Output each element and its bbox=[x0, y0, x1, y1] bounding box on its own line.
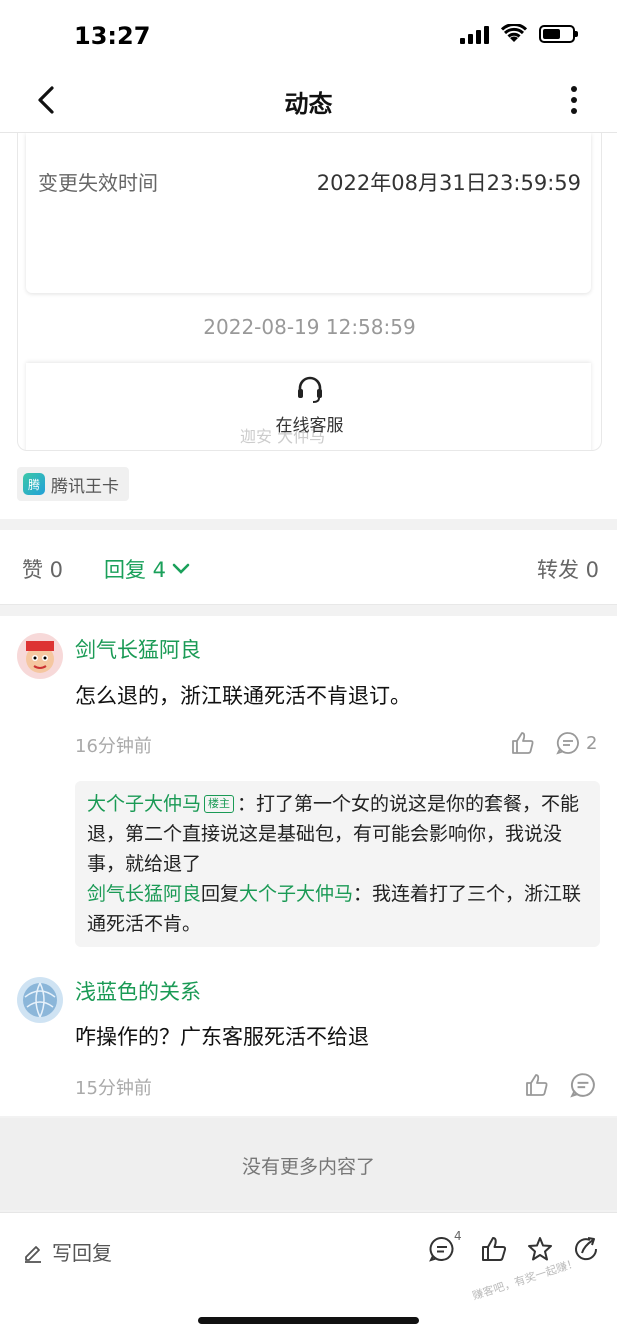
write-reply-button[interactable]: 写回复 bbox=[22, 1237, 112, 1266]
no-more-text: 没有更多内容了 bbox=[241, 1156, 375, 1178]
comment-author[interactable]: 浅蓝色的关系 bbox=[75, 976, 201, 1006]
info-card: 变更失效时间 2022年08月31日23:59:59 bbox=[26, 133, 591, 293]
comment-author[interactable]: 剑气长猛阿良 bbox=[75, 634, 201, 664]
post-content: 变更失效时间 2022年08月31日23:59:59 2022-08-19 12… bbox=[0, 133, 617, 519]
tencent-card-logo-icon: 腾 bbox=[23, 473, 45, 495]
nav-bar: 动态 bbox=[0, 70, 617, 133]
write-reply-label: 写回复 bbox=[52, 1241, 112, 1265]
home-indicator[interactable] bbox=[198, 1317, 419, 1324]
comment-time: 16分钟前 bbox=[75, 736, 152, 757]
subreply-list: 大个子大仲马 楼主 ：打了第一个女的说这是你的套餐，不能退，第二个直接说这是基础包，… bbox=[75, 781, 600, 947]
op-badge: 楼主 bbox=[204, 795, 235, 813]
topic-tag-label: 腾讯王卡 bbox=[51, 476, 119, 497]
end-of-list: 没有更多内容了 bbox=[0, 1118, 617, 1210]
signal-icon bbox=[460, 24, 489, 44]
comment-reply-button[interactable]: 2 bbox=[556, 730, 597, 756]
comment-text: 咋操作的？广东客服死活不给退 bbox=[75, 1025, 369, 1049]
comment-icon[interactable] bbox=[570, 1072, 596, 1098]
avatar[interactable] bbox=[17, 977, 63, 1023]
chevron-down-icon bbox=[172, 563, 190, 574]
wifi-icon bbox=[501, 24, 527, 42]
notification-card: 变更失效时间 2022年08月31日23:59:59 2022-08-19 12… bbox=[17, 133, 602, 451]
bottom-bar: 写回复 4 赚客吧，有奖一起赚！ bbox=[0, 1212, 617, 1335]
comment-icon bbox=[556, 732, 579, 755]
pencil-icon bbox=[25, 1245, 41, 1263]
share-count-button[interactable]: 转发 0 bbox=[537, 554, 599, 584]
page-title: 动态 bbox=[284, 90, 333, 118]
subreply-author[interactable]: 剑气长猛阿良 bbox=[87, 883, 201, 905]
row-value: 2022年08月31日23:59:59 bbox=[316, 171, 581, 195]
battery-icon bbox=[539, 25, 578, 43]
row-label: 变更失效时间 bbox=[38, 171, 158, 195]
status-icons bbox=[460, 24, 578, 44]
status-bar: 13:27 bbox=[0, 0, 617, 70]
comment-text: 怎么退的，浙江联通死活不肯退订。 bbox=[75, 684, 411, 708]
thumbs-up-icon[interactable] bbox=[510, 730, 536, 756]
subreply-item[interactable]: 大个子大仲马 楼主 ：打了第一个女的说这是你的套餐，不能退，第二个直接说这是基础包，… bbox=[87, 789, 587, 879]
message-timestamp: 2022-08-19 12:58:59 bbox=[203, 315, 416, 339]
reply-count-button[interactable]: 回复 4 bbox=[104, 554, 190, 584]
thumbs-up-icon[interactable] bbox=[480, 1235, 508, 1263]
status-time: 13:27 bbox=[74, 22, 151, 50]
subreply-author[interactable]: 大个子大仲马 bbox=[87, 793, 201, 815]
more-icon[interactable] bbox=[559, 82, 589, 118]
subreply-item[interactable]: 剑气长猛阿良回复大个子大仲马：我连着打了三个，浙江联通死活不肯。 bbox=[87, 879, 587, 939]
battery-fill bbox=[543, 29, 560, 39]
comment-list: 剑气长猛阿良 怎么退的，浙江联通死活不肯退订。 16分钟前 2 大个子大仲马 楼主… bbox=[0, 616, 617, 1116]
action-bar: 赞 0 回复 4 转发 0 bbox=[0, 530, 617, 605]
topic-tag[interactable]: 腾 腾讯王卡 bbox=[17, 467, 129, 501]
thumbs-up-icon[interactable] bbox=[524, 1072, 550, 1098]
customer-service-label: 在线客服 bbox=[275, 416, 344, 436]
comment-icon[interactable] bbox=[428, 1235, 456, 1263]
star-icon[interactable] bbox=[526, 1235, 554, 1263]
customer-service-button[interactable]: 在线客服 bbox=[18, 373, 601, 436]
headset-icon bbox=[297, 376, 322, 403]
subreply-reply-word: 回复 bbox=[201, 883, 240, 905]
comment-count-badge: 4 bbox=[454, 1229, 462, 1243]
reply-count-label: 回复 4 bbox=[104, 558, 167, 582]
comment-reply-count: 2 bbox=[586, 732, 598, 754]
comment-time: 15分钟前 bbox=[75, 1078, 152, 1099]
subreply-target[interactable]: 大个子大仲马 bbox=[239, 883, 353, 905]
like-count-button[interactable]: 赞 0 bbox=[22, 554, 63, 584]
avatar[interactable] bbox=[17, 633, 63, 679]
